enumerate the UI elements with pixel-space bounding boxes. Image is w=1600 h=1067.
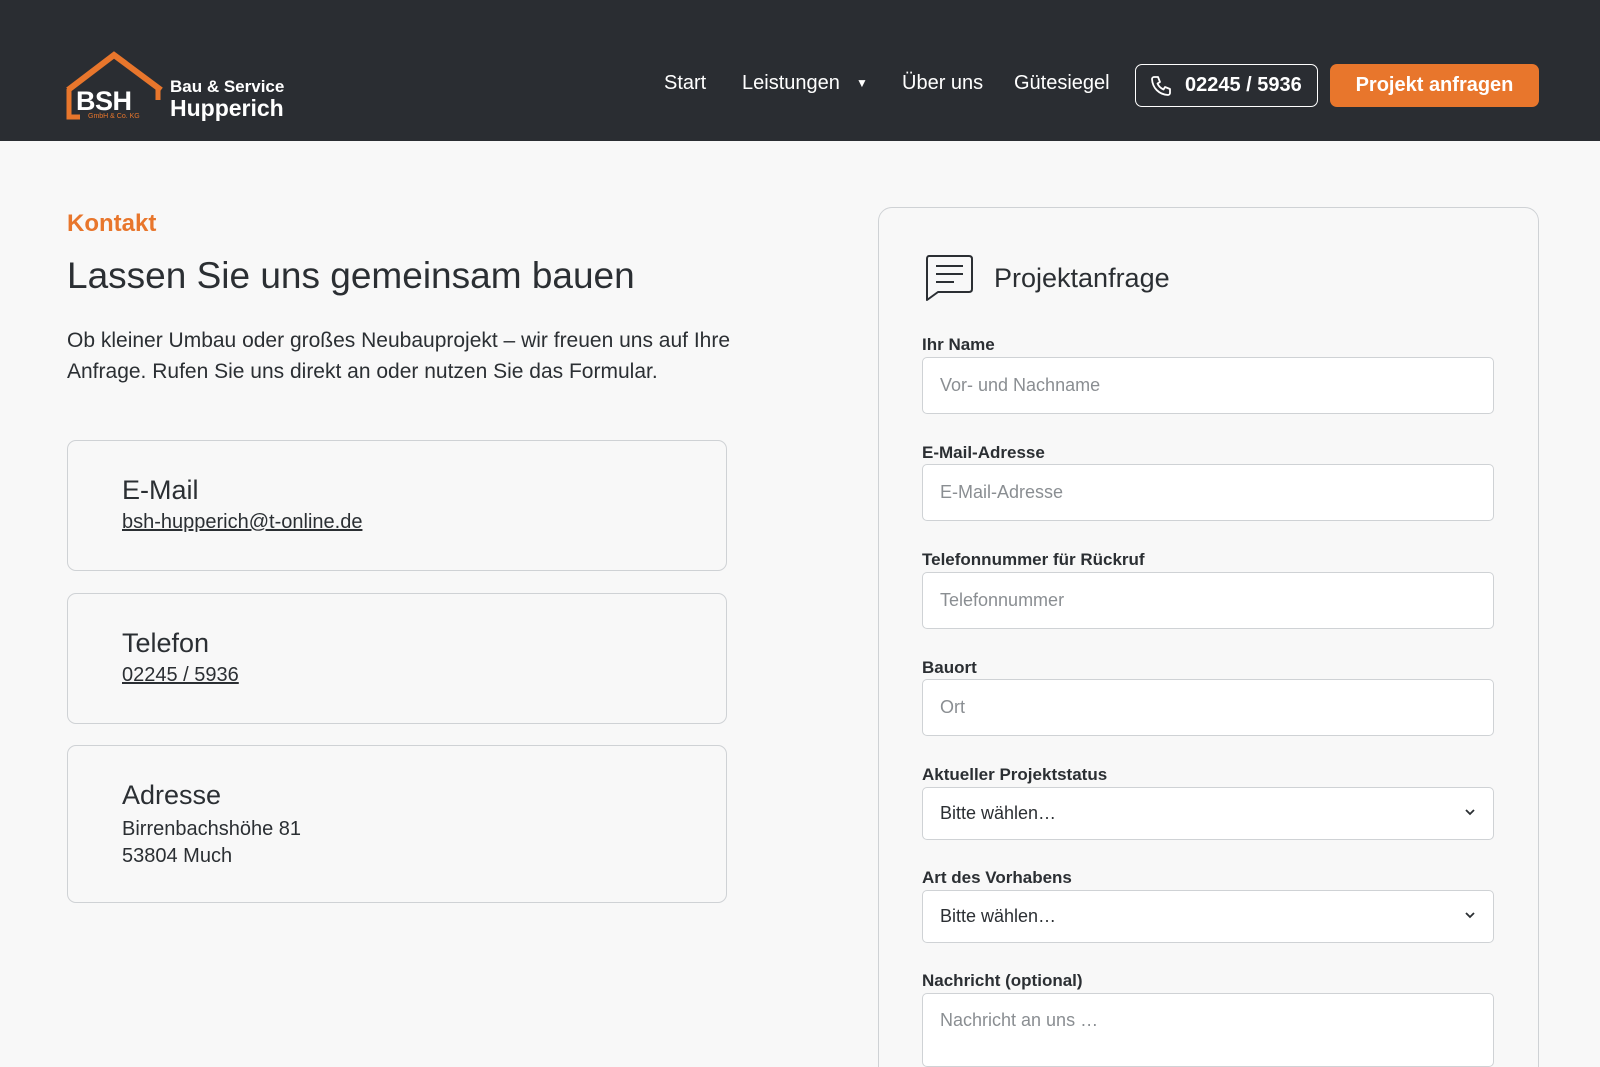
phone-link[interactable]: 02245 / 5936 [122,664,239,687]
email-card: E-Mail bsh-hupperich@t-online.de [67,440,727,571]
phone-input[interactable] [922,572,1494,629]
type-select[interactable]: Bitte wählen… [922,890,1494,943]
intro-text: Ob kleiner Umbau oder großes Neubauproje… [67,329,731,383]
status-label: Aktueller Projektstatus [922,765,1108,784]
phone-card-title: Telefon [122,628,210,658]
logo-company-form: GmbH & Co. KG [88,113,140,120]
phone-icon [1151,75,1171,96]
email-link[interactable]: bsh-hupperich@t-online.de [122,511,362,534]
email-input[interactable] [922,464,1494,521]
message-icon [926,255,973,301]
location-label: Bauort [922,658,977,677]
message-textarea[interactable] [922,993,1494,1067]
section-eyebrow: Kontakt [67,210,157,237]
logo[interactable]: BSH GmbH & Co. KG Bau & Service Hupperic… [66,50,296,122]
site-header: BSH GmbH & Co. KG Bau & Service Hupperic… [0,0,1600,141]
email-card-title: E-Mail [122,475,199,505]
address-card: Adresse Birrenbachshöhe 81 53804 Much [67,745,727,903]
phone-label: Telefonnummer für Rückruf [922,550,1145,569]
name-label: Ihr Name [922,335,995,354]
form-title: Projektanfrage [994,263,1170,293]
status-select-value: Bitte wählen… [940,803,1057,823]
page-title: Lassen Sie uns gemeinsam bauen [67,255,635,296]
address-card-title: Adresse [122,780,222,810]
nav-guetesiegel[interactable]: Gütesiegel [1014,72,1110,95]
logo-line-1: Bau & Service [170,77,285,96]
location-input[interactable] [922,679,1494,736]
nav-ueber-uns[interactable]: Über uns [902,72,983,95]
email-label: E-Mail-Adresse [922,443,1045,462]
type-select-value: Bitte wählen… [940,906,1057,926]
project-request-button[interactable]: Projekt anfragen [1330,64,1539,107]
address-city: 53804 Much [122,845,233,867]
phone-button[interactable]: 02245 / 5936 [1135,64,1318,107]
logo-line-2: Hupperich [170,95,284,121]
name-input[interactable] [922,357,1494,414]
address-street: Birrenbachshöhe 81 [122,818,302,840]
status-select[interactable]: Bitte wählen… [922,787,1494,840]
nav-leistungen[interactable]: Leistungen [742,72,840,95]
caret-down-icon[interactable]: ▼ [856,76,868,90]
chevron-down-icon [1465,809,1475,816]
message-label: Nachricht (optional) [922,971,1083,990]
logo-wordmark: Bau & Service Hupperich [170,78,284,120]
nav-start[interactable]: Start [664,72,706,95]
type-label: Art des Vorhabens [922,868,1072,887]
phone-button-label: 02245 / 5936 [1185,74,1302,96]
chevron-down-icon [1465,912,1475,919]
phone-card: Telefon 02245 / 5936 [67,593,727,724]
